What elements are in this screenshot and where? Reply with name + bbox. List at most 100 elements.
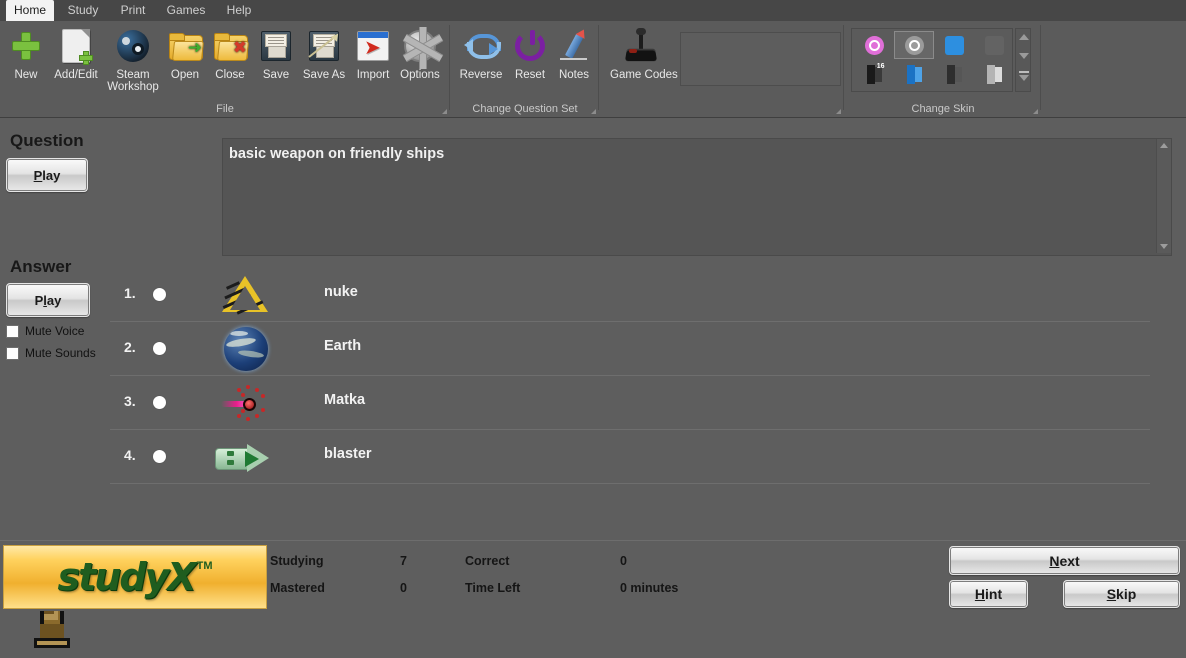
correct-label: Correct: [465, 554, 509, 568]
next-label: Next: [1049, 553, 1079, 569]
change-question-set-dialog-launcher[interactable]: [586, 109, 596, 114]
group-label-change-question-set: Change Question Set: [451, 103, 599, 115]
group-separator: [598, 25, 599, 110]
tab-games[interactable]: Games: [160, 0, 212, 21]
answer-row-1[interactable]: 1. nuke: [110, 268, 1150, 322]
skin-option-1[interactable]: [854, 31, 894, 59]
answer-label: nuke: [324, 284, 358, 300]
group-label-change-skin: Change Skin: [845, 103, 1041, 115]
options-button[interactable]: Options: [396, 26, 444, 81]
open-button[interactable]: ➜ Open: [164, 26, 206, 81]
answer-row-4[interactable]: 4. blaster: [110, 430, 1150, 484]
skin-option-7[interactable]: [934, 60, 974, 88]
notes-button[interactable]: Notes: [552, 26, 596, 81]
checkbox-box[interactable]: [6, 347, 19, 360]
skin-option-2-selected[interactable]: [894, 31, 934, 59]
mastered-value: 0: [400, 581, 407, 595]
page-add-icon: [49, 26, 103, 66]
question-play-button[interactable]: Play: [6, 158, 88, 192]
question-text: basic weapon on friendly ships: [229, 146, 1151, 162]
answer-label: blaster: [324, 446, 372, 462]
group-separator: [1040, 25, 1041, 110]
game-codes-button[interactable]: Game Codes: [610, 26, 672, 81]
answer-row-3[interactable]: 3. Matka: [110, 376, 1150, 430]
tab-help[interactable]: Help: [218, 0, 260, 21]
reverse-button[interactable]: Reverse: [455, 26, 507, 81]
add-edit-button[interactable]: Add/Edit: [49, 26, 103, 81]
import-button[interactable]: ➤ Import: [351, 26, 395, 81]
skin-option-6[interactable]: [894, 60, 934, 88]
skin-badge-16: 16: [877, 63, 885, 70]
steam-icon: [103, 26, 163, 66]
answer-number: 2.: [124, 339, 136, 355]
scroll-down-icon[interactable]: [1160, 244, 1168, 249]
answer-number: 1.: [124, 285, 136, 301]
studyx-logo: studyX TM: [3, 545, 267, 609]
question-scrollbar[interactable]: [1156, 139, 1171, 253]
ribbon-group-game-codes: Game Codes: [600, 22, 844, 116]
ribbon: Home Study Print Games Help New Add/Edit: [0, 0, 1186, 118]
scroll-up-icon[interactable]: [1160, 143, 1168, 148]
answer-play-label: Play: [35, 293, 62, 308]
ribbon-group-change-skin: 16 Change Skin: [845, 22, 1041, 116]
tab-study[interactable]: Study: [60, 0, 106, 21]
answer-label: Matka: [324, 392, 365, 408]
power-icon: [509, 26, 551, 66]
folder-close-icon: ✖: [208, 26, 252, 66]
change-skin-dialog-launcher[interactable]: [1028, 109, 1038, 114]
scroll-more-icon[interactable]: [1019, 71, 1029, 81]
mute-sounds-label: Mute Sounds: [25, 346, 96, 360]
application-window: Home Study Print Games Help New Add/Edit: [0, 0, 1186, 610]
answer-radio-1[interactable]: [153, 288, 166, 301]
skin-option-8[interactable]: [974, 60, 1014, 88]
reset-button[interactable]: Reset: [509, 26, 551, 81]
skin-option-3[interactable]: [934, 31, 974, 59]
group-label-file: File: [0, 103, 450, 115]
checkbox-box[interactable]: [6, 325, 19, 338]
save-as-button[interactable]: Save As: [299, 26, 349, 81]
scroll-up-icon[interactable]: [1019, 34, 1029, 40]
next-button[interactable]: Next: [949, 546, 1180, 575]
answer-row-2[interactable]: 2. Earth: [110, 322, 1150, 376]
game-code-input[interactable]: [680, 32, 841, 86]
skin-gallery[interactable]: 16: [851, 28, 1013, 92]
steam-workshop-button[interactable]: Steam Workshop: [103, 26, 163, 93]
scroll-down-icon[interactable]: [1019, 53, 1029, 59]
answer-number: 3.: [124, 393, 136, 409]
joystick-icon: [610, 26, 672, 66]
answer-radio-3[interactable]: [153, 396, 166, 409]
skin-option-4[interactable]: [974, 31, 1014, 59]
nuke-pyramid-icon: [215, 270, 277, 320]
logo-trademark: TM: [197, 560, 213, 572]
answer-play-button[interactable]: Play: [6, 283, 90, 317]
game-codes-dialog-launcher[interactable]: [831, 109, 841, 114]
question-text-box[interactable]: basic weapon on friendly ships: [222, 138, 1172, 256]
status-bar: studyX TM Studying 7 Mastered 0 Correct …: [0, 540, 1186, 611]
answer-radio-2[interactable]: [153, 342, 166, 355]
save-button[interactable]: Save: [256, 26, 296, 81]
studying-label: Studying: [270, 554, 323, 568]
skin-option-5[interactable]: 16: [854, 60, 894, 88]
plus-icon: [6, 26, 46, 66]
file-dialog-launcher[interactable]: [437, 109, 447, 114]
close-button[interactable]: ✖ Close: [208, 26, 252, 81]
floppy-disk-pencil-icon: [299, 26, 349, 66]
matka-weapon-icon: [215, 378, 277, 428]
ribbon-group-file: New Add/Edit Steam Workshop ➜ Open: [0, 22, 450, 116]
floppy-disk-icon: [256, 26, 296, 66]
skip-button[interactable]: Skip: [1063, 580, 1180, 608]
question-play-label: Play: [34, 168, 61, 183]
answer-section-title: Answer: [10, 257, 71, 277]
skin-gallery-scrollbar[interactable]: [1015, 28, 1031, 92]
answer-radio-4[interactable]: [153, 450, 166, 463]
answer-number: 4.: [124, 447, 136, 463]
folder-open-icon: ➜: [164, 26, 206, 66]
pencil-icon: [552, 26, 596, 66]
tab-home[interactable]: Home: [6, 0, 54, 21]
new-button[interactable]: New: [6, 26, 46, 81]
mute-voice-label: Mute Voice: [25, 324, 84, 338]
tab-print[interactable]: Print: [112, 0, 154, 21]
ribbon-group-change-question-set: Reverse Reset Notes Change Question Set: [451, 22, 599, 116]
import-arrow-icon: ➤: [351, 26, 395, 66]
hint-button[interactable]: Hint: [949, 580, 1028, 608]
